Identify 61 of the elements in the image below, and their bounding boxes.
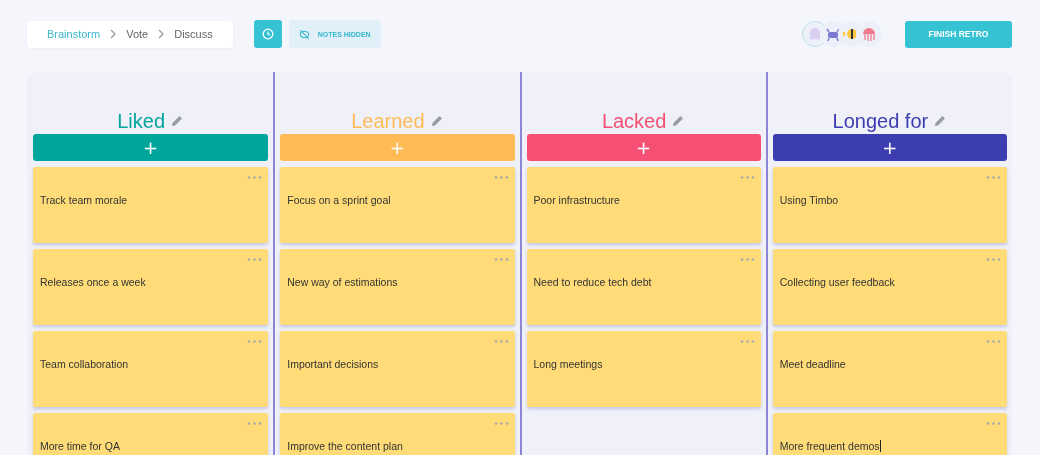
pencil-icon[interactable]: [429, 114, 444, 128]
note-text: Important decisions: [287, 358, 379, 370]
sticky-note[interactable]: Using Timbo: [772, 167, 1007, 243]
more-icon[interactable]: [493, 257, 509, 262]
more-icon[interactable]: [739, 175, 755, 180]
timer-button[interactable]: [253, 20, 282, 48]
more-icon[interactable]: [986, 339, 1001, 344]
note-text: Releases once a week: [40, 276, 146, 288]
more-icon[interactable]: [986, 257, 1001, 262]
note-text: More frequent demos: [779, 440, 880, 452]
sticky-note[interactable]: More time for QA: [33, 413, 269, 455]
more-icon[interactable]: [739, 257, 755, 262]
note-text: Collecting user feedback: [779, 276, 895, 288]
column-title: Learned: [351, 109, 425, 134]
sticky-note[interactable]: Improve the content plan: [280, 413, 515, 455]
chevron-icon: [109, 29, 118, 39]
chevron-icon: [157, 29, 166, 39]
more-icon[interactable]: [739, 339, 755, 344]
column-title: Lacked: [601, 109, 667, 134]
more-icon[interactable]: [247, 257, 263, 262]
note-text: Focus on a sprint goal: [287, 194, 391, 206]
column-title: Longed for: [832, 109, 929, 134]
note-text: Team collaboration: [40, 358, 129, 370]
note-text: New way of estimations: [287, 276, 398, 288]
more-icon[interactable]: [986, 175, 1001, 180]
more-icon[interactable]: [493, 421, 509, 426]
sticky-note[interactable]: Need to reduce tech debt: [526, 249, 761, 325]
sticky-note[interactable]: More frequent demos: [772, 413, 1007, 455]
pencil-icon[interactable]: [170, 114, 185, 128]
more-icon[interactable]: [493, 339, 509, 344]
note-text: More time for QA: [40, 440, 120, 452]
sticky-note[interactable]: Focus on a sprint goal: [280, 167, 515, 243]
pencil-icon[interactable]: [671, 114, 686, 128]
more-icon[interactable]: [247, 175, 263, 180]
sticky-note[interactable]: Poor infrastructure: [526, 167, 761, 243]
breadcrumb-step[interactable]: Vote: [126, 28, 149, 40]
more-icon[interactable]: [247, 339, 263, 344]
more-icon[interactable]: [247, 421, 263, 426]
sticky-note[interactable]: Collecting user feedback: [772, 249, 1007, 325]
note-text: Long meetings: [533, 358, 603, 370]
column-title: Liked: [117, 109, 166, 134]
sticky-note[interactable]: Long meetings: [526, 331, 761, 407]
sticky-note[interactable]: Track team morale: [33, 167, 269, 243]
note-text: Improve the content plan: [287, 440, 403, 452]
breadcrumb-step[interactable]: Discuss: [174, 28, 213, 40]
sticky-note[interactable]: Team collaboration: [33, 331, 269, 407]
more-icon[interactable]: [493, 175, 509, 180]
sticky-note[interactable]: Important decisions: [280, 331, 515, 407]
clock-icon: [261, 28, 274, 40]
add-card-button[interactable]: +: [772, 134, 1007, 161]
eye-off-icon: [298, 28, 310, 40]
more-icon[interactable]: [986, 421, 1001, 426]
pencil-icon[interactable]: [933, 114, 948, 128]
note-text: Need to reduce tech debt: [533, 276, 652, 288]
note-text: Using Timbo: [779, 194, 839, 206]
note-text: Meet deadline: [779, 358, 846, 370]
sticky-note[interactable]: Releases once a week: [33, 249, 269, 325]
note-text: Track team morale: [40, 194, 128, 206]
sticky-note[interactable]: New way of estimations: [280, 249, 515, 325]
sticky-note[interactable]: Meet deadline: [772, 331, 1007, 407]
note-text: Poor infrastructure: [533, 194, 620, 206]
